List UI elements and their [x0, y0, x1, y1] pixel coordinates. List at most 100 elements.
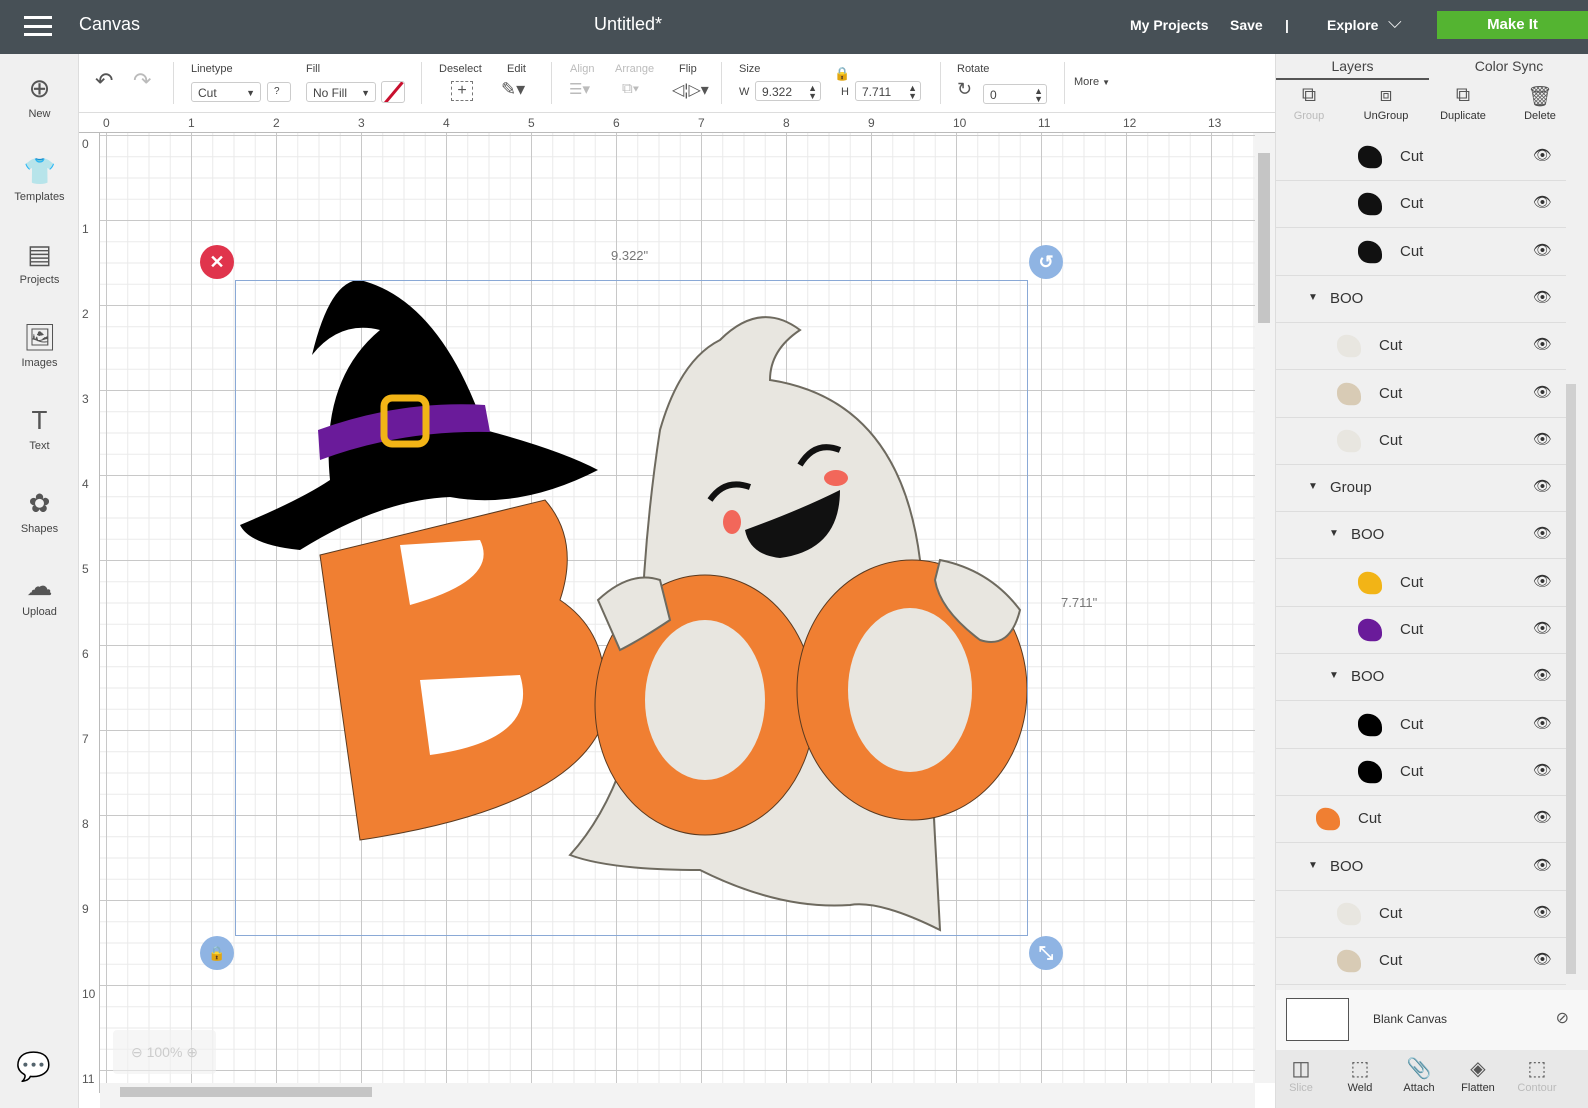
chevron-down-icon[interactable]: ⌵	[1388, 12, 1402, 33]
duplicate-button[interactable]: ⧉ Duplicate	[1428, 84, 1498, 122]
eye-icon[interactable]: 👁	[1533, 335, 1552, 353]
layer-item[interactable]: Cut 👁	[1276, 560, 1566, 607]
layer-item[interactable]: Cut 👁	[1276, 229, 1566, 276]
layer-item[interactable]: Cut 👁	[1276, 702, 1566, 749]
eye-icon[interactable]: 👁	[1533, 666, 1552, 684]
layer-group[interactable]: ▼ BOO 👁	[1276, 844, 1566, 891]
eye-icon[interactable]: 👁	[1533, 193, 1552, 211]
chat-icon[interactable]: 💬	[16, 1050, 51, 1083]
layer-label: Cut	[1379, 431, 1403, 449]
layer-thumbnail	[1358, 713, 1382, 736]
width-dimension-label: 9.322"	[611, 248, 649, 263]
action-label: Slice	[1289, 1082, 1313, 1094]
eye-icon[interactable]: 👁	[1533, 383, 1552, 401]
eye-icon[interactable]: 👁	[1533, 903, 1552, 921]
eye-hidden-icon[interactable]: ⊘	[1556, 1008, 1569, 1028]
rotate-handle-icon[interactable]: ↺	[1029, 245, 1063, 279]
collapse-triangle-icon[interactable]: ▼	[1308, 860, 1318, 871]
layer-actions-bar: ◫ Slice ⬚ Weld 📎 Attach ◈ Flatten ⬚ Contour	[1276, 1050, 1588, 1108]
eye-icon[interactable]: 👁	[1533, 572, 1552, 590]
vertical-scrollbar[interactable]	[1255, 133, 1275, 1083]
layer-label: Cut	[1400, 715, 1424, 733]
layer-item[interactable]: Cut 👁	[1276, 749, 1566, 796]
scroll-thumb[interactable]	[1258, 153, 1270, 323]
ungroup-button[interactable]: ⧈ UnGroup	[1351, 84, 1421, 122]
layers-list: Cut 👁 Cut 👁 Cut 👁 ▼ BOO 👁 Cut 👁 Cut 👁 Cut 👁 ▼ Group 👁 ▼ BOO…	[1276, 134, 1566, 989]
tab-layers[interactable]: Layers	[1276, 54, 1429, 80]
blank-canvas-row[interactable]: Blank Canvas ⊘	[1276, 990, 1588, 1050]
eye-icon[interactable]: 👁	[1533, 524, 1552, 542]
ungroup-icon: ⧈	[1379, 84, 1393, 106]
layer-item[interactable]: Cut 👁	[1276, 181, 1566, 229]
layer-group[interactable]: ▼ BOO 👁	[1276, 654, 1566, 702]
action-label: Delete	[1524, 110, 1556, 122]
layer-label: Cut	[1379, 904, 1403, 922]
group-label: BOO	[1351, 668, 1385, 686]
eye-icon[interactable]: 👁	[1533, 714, 1552, 732]
selection-box[interactable]	[235, 280, 1028, 936]
collapse-triangle-icon[interactable]: ▼	[1329, 528, 1339, 539]
delete-icon: 🗑	[1527, 86, 1553, 108]
layer-thumbnail	[1337, 382, 1361, 405]
layer-thumbnail	[1337, 334, 1361, 358]
layer-thumbnail	[1316, 807, 1340, 831]
layers-scrollbar[interactable]	[1566, 384, 1576, 974]
contour-button[interactable]: ⬚ Contour	[1502, 1056, 1572, 1094]
tab-color-sync[interactable]: Color Sync	[1429, 54, 1588, 80]
blank-canvas-swatch[interactable]	[1286, 998, 1349, 1041]
eye-icon[interactable]: 👁	[1533, 146, 1552, 164]
make-it-button[interactable]: Make It	[1437, 11, 1588, 39]
layer-label: Cut	[1379, 384, 1403, 402]
height-dimension-label: 7.711"	[1061, 595, 1098, 610]
layer-item[interactable]: Cut 👁	[1276, 938, 1566, 986]
layer-label: Cut	[1358, 810, 1382, 828]
layer-item[interactable]: Cut 👁	[1276, 371, 1566, 418]
layer-item[interactable]: Cut 👁	[1276, 134, 1566, 181]
group-label: BOO	[1330, 289, 1364, 307]
eye-icon[interactable]: 👁	[1533, 761, 1552, 779]
eye-icon[interactable]: 👁	[1533, 808, 1552, 826]
layer-item[interactable]: Cut 👁	[1276, 796, 1566, 844]
eye-icon[interactable]: 👁	[1533, 288, 1552, 306]
layer-item[interactable]: Cut 👁	[1276, 891, 1566, 938]
layer-group[interactable]: ▼ Group 👁	[1276, 465, 1566, 513]
action-label: Weld	[1347, 1082, 1373, 1094]
layer-thumbnail	[1358, 240, 1382, 263]
action-label: Flatten	[1461, 1082, 1495, 1094]
eye-icon[interactable]: 👁	[1533, 950, 1552, 968]
layer-item[interactable]: Cut 👁	[1276, 418, 1566, 465]
layer-group[interactable]: ▼ BOO 👁	[1276, 512, 1566, 560]
eye-icon[interactable]: 👁	[1533, 430, 1552, 448]
layer-label: Cut	[1400, 762, 1424, 780]
layer-thumbnail	[1337, 429, 1361, 453]
contour-icon: ⬚	[1527, 1058, 1547, 1080]
layer-thumbnail	[1358, 193, 1382, 216]
zoom-control[interactable]: ⊖ 100% ⊕	[113, 1030, 216, 1074]
eye-icon[interactable]: 👁	[1533, 619, 1552, 637]
eye-icon[interactable]: 👁	[1533, 856, 1552, 874]
layer-label: Cut	[1379, 952, 1403, 970]
duplicate-icon: ⧉	[1455, 84, 1471, 106]
group-button[interactable]: ⧉ Group	[1274, 84, 1344, 122]
scroll-thumb[interactable]	[120, 1087, 372, 1097]
group-label: BOO	[1351, 526, 1385, 544]
separator: |	[1285, 17, 1289, 33]
horizontal-scrollbar[interactable]	[100, 1083, 1255, 1108]
layer-item[interactable]: Cut 👁	[1276, 607, 1566, 654]
lock-handle-icon[interactable]: 🔒	[200, 936, 234, 970]
layer-group[interactable]: ▼ BOO 👁	[1276, 276, 1566, 323]
collapse-triangle-icon[interactable]: ▼	[1329, 670, 1339, 681]
scale-handle-icon[interactable]: ⤡	[1029, 936, 1063, 970]
delete-button[interactable]: 🗑 Delete	[1505, 84, 1575, 122]
delete-handle-icon[interactable]: ✕	[200, 245, 234, 279]
layer-thumbnail	[1358, 760, 1382, 784]
action-label: Group	[1293, 110, 1325, 122]
collapse-triangle-icon[interactable]: ▼	[1308, 481, 1318, 492]
layer-thumbnail	[1358, 618, 1382, 642]
layer-item[interactable]: Cut 👁	[1276, 323, 1566, 371]
explore-menu[interactable]: Explore	[1327, 17, 1378, 33]
eye-icon[interactable]: 👁	[1533, 241, 1552, 259]
collapse-triangle-icon[interactable]: ▼	[1308, 292, 1318, 303]
eye-icon[interactable]: 👁	[1533, 477, 1552, 495]
layer-label: Cut	[1400, 148, 1424, 165]
